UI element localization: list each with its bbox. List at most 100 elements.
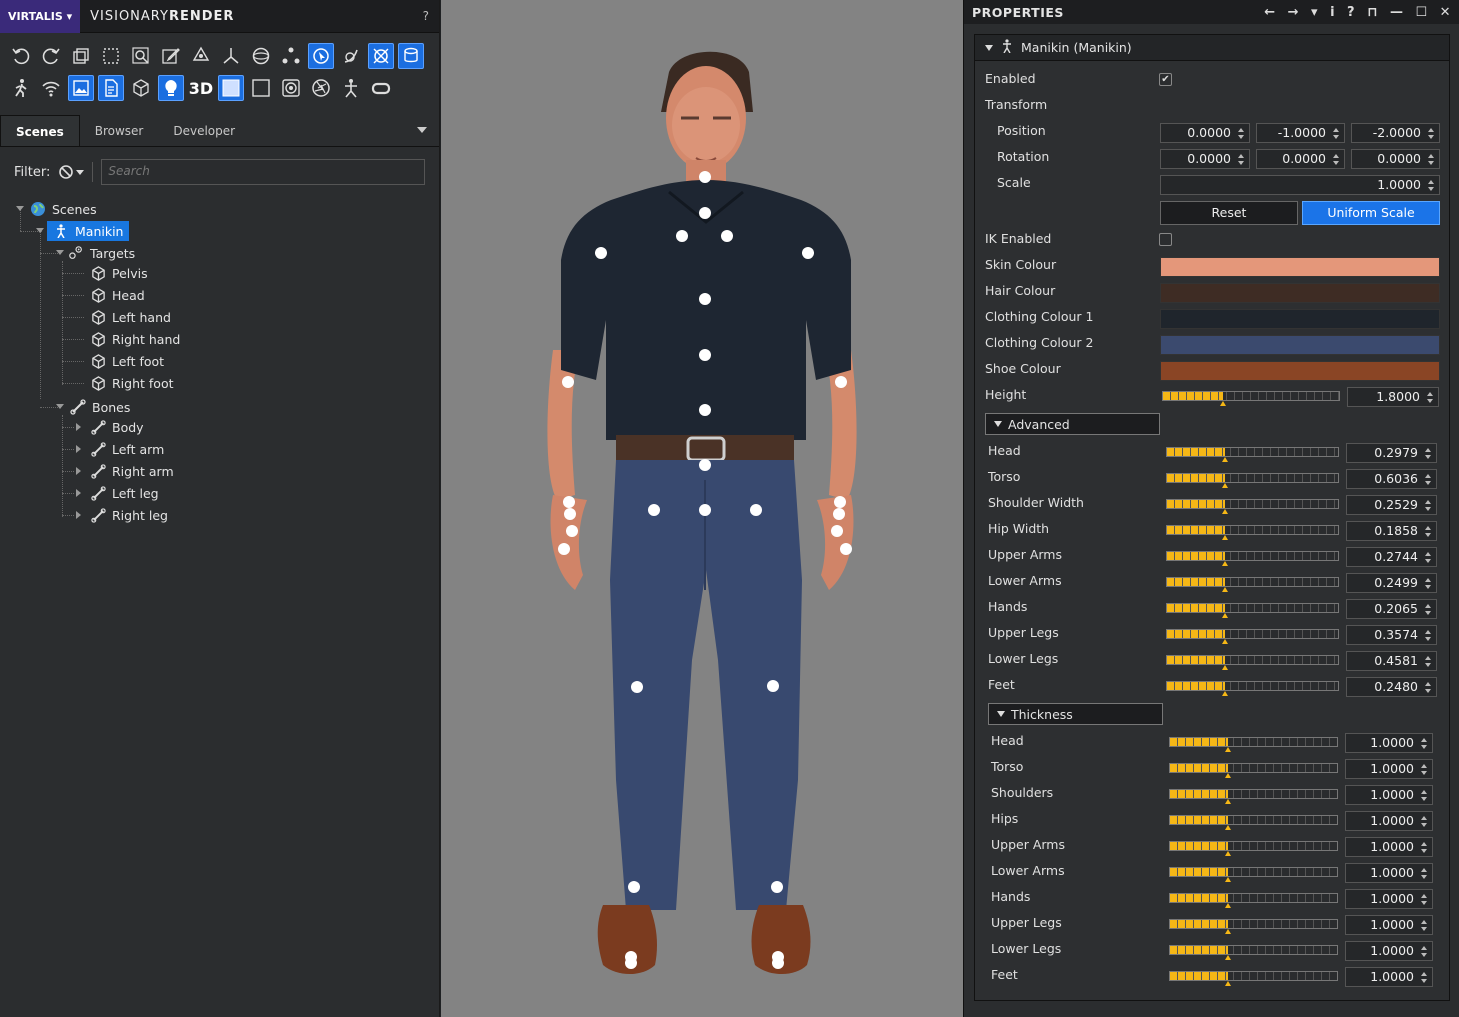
box-select-icon[interactable] bbox=[98, 43, 124, 69]
ik-target-handle[interactable] bbox=[802, 247, 814, 259]
ik-target-handle[interactable] bbox=[566, 525, 578, 537]
snap-icon[interactable] bbox=[338, 43, 364, 69]
tree-item-target[interactable]: Right hand bbox=[90, 329, 180, 349]
value-field[interactable]: 0.1858 bbox=[1346, 521, 1437, 541]
tree-item-target[interactable]: Pelvis bbox=[90, 263, 148, 283]
ik-target-handle[interactable] bbox=[699, 171, 711, 183]
pin-icon[interactable]: ⊓ bbox=[1367, 5, 1378, 20]
advanced-section[interactable]: Advanced bbox=[985, 413, 1160, 435]
panel-toggle-icon[interactable] bbox=[218, 75, 244, 101]
tree-item-bone[interactable]: Left leg bbox=[90, 483, 159, 503]
scale-field[interactable]: 1.0000 bbox=[1160, 175, 1440, 195]
ik-enabled-checkbox[interactable] bbox=[1159, 233, 1172, 246]
value-field[interactable]: 0.2744 bbox=[1346, 547, 1437, 567]
value-slider[interactable] bbox=[1166, 525, 1339, 540]
value-field[interactable]: 1.0000 bbox=[1345, 811, 1433, 831]
manikin-collapse-icon[interactable] bbox=[36, 228, 44, 233]
ik-target-handle[interactable] bbox=[771, 881, 783, 893]
colour-swatch[interactable] bbox=[1160, 309, 1440, 329]
ik-target-handle[interactable] bbox=[699, 349, 711, 361]
clone-icon[interactable] bbox=[68, 43, 94, 69]
edit-icon[interactable] bbox=[158, 43, 184, 69]
tab-scenes[interactable]: Scenes bbox=[0, 115, 80, 146]
manikin-model[interactable] bbox=[441, 0, 963, 1017]
sphere-icon[interactable] bbox=[248, 43, 274, 69]
expand-icon[interactable] bbox=[76, 445, 81, 453]
walk-icon[interactable] bbox=[8, 75, 34, 101]
value-slider[interactable] bbox=[1166, 551, 1339, 566]
value-slider[interactable] bbox=[1169, 945, 1338, 960]
frame-icon[interactable] bbox=[248, 75, 274, 101]
tab-browser[interactable]: Browser bbox=[80, 115, 159, 146]
document-icon[interactable] bbox=[98, 75, 124, 101]
tree-item-bone[interactable]: Right leg bbox=[90, 505, 168, 525]
targets-collapse-icon[interactable] bbox=[56, 250, 64, 255]
image-icon[interactable] bbox=[68, 75, 94, 101]
value-slider[interactable] bbox=[1166, 447, 1339, 462]
tabs-dropdown-icon[interactable] bbox=[417, 127, 427, 133]
value-field[interactable]: 1.0000 bbox=[1345, 785, 1433, 805]
value-slider[interactable] bbox=[1169, 841, 1338, 856]
ik-target-handle[interactable] bbox=[699, 459, 711, 471]
rotation-y-field[interactable]: 0.0000 bbox=[1256, 149, 1345, 169]
info-icon[interactable]: i bbox=[1330, 5, 1335, 20]
colour-swatch[interactable] bbox=[1160, 283, 1440, 303]
skeleton-icon[interactable] bbox=[338, 75, 364, 101]
undo-icon[interactable] bbox=[8, 43, 34, 69]
rotation-x-field[interactable]: 0.0000 bbox=[1160, 149, 1250, 169]
ik-target-handle[interactable] bbox=[564, 508, 576, 520]
tree-item-bone[interactable]: Right arm bbox=[90, 461, 174, 481]
tree-item-target[interactable]: Left hand bbox=[90, 307, 171, 327]
help-icon[interactable]: ? bbox=[1347, 5, 1355, 20]
history-dropdown-icon[interactable]: ▾ bbox=[1311, 5, 1318, 20]
object-header[interactable]: Manikin (Manikin) bbox=[975, 35, 1449, 61]
maximize-icon[interactable]: ☐ bbox=[1415, 5, 1427, 20]
position-z-field[interactable]: -2.0000 bbox=[1351, 123, 1440, 143]
ik-target-handle[interactable] bbox=[562, 376, 574, 388]
colour-swatch[interactable] bbox=[1160, 335, 1440, 355]
expand-icon[interactable] bbox=[76, 511, 81, 519]
nodes-icon[interactable] bbox=[278, 43, 304, 69]
bones-collapse-icon[interactable] bbox=[56, 404, 64, 409]
ik-target-handle[interactable] bbox=[831, 525, 843, 537]
value-field[interactable]: 0.2480 bbox=[1346, 677, 1437, 697]
tab-developer[interactable]: Developer bbox=[158, 115, 250, 146]
value-field[interactable]: 0.2065 bbox=[1346, 599, 1437, 619]
expand-icon[interactable] bbox=[76, 467, 81, 475]
value-slider[interactable] bbox=[1166, 577, 1339, 592]
value-slider[interactable] bbox=[1169, 815, 1338, 830]
enabled-checkbox[interactable]: ✔ bbox=[1159, 73, 1172, 86]
uniform-scale-button[interactable]: Uniform Scale bbox=[1302, 201, 1440, 225]
database-icon[interactable] bbox=[398, 43, 424, 69]
value-slider[interactable] bbox=[1169, 789, 1338, 804]
select-mode-icon[interactable] bbox=[308, 43, 334, 69]
height-slider[interactable] bbox=[1162, 391, 1340, 406]
value-field[interactable]: 1.0000 bbox=[1345, 863, 1433, 883]
value-field[interactable]: 0.4581 bbox=[1346, 651, 1437, 671]
help-button[interactable]: ? bbox=[423, 9, 429, 23]
value-field[interactable]: 0.3574 bbox=[1346, 625, 1437, 645]
ik-target-handle[interactable] bbox=[595, 247, 607, 259]
value-slider[interactable] bbox=[1169, 763, 1338, 778]
ik-target-handle[interactable] bbox=[563, 496, 575, 508]
ik-target-handle[interactable] bbox=[558, 543, 570, 555]
close-icon[interactable]: ✕ bbox=[1440, 5, 1451, 20]
forward-icon[interactable]: → bbox=[1288, 5, 1299, 20]
position-x-field[interactable]: 0.0000 bbox=[1160, 123, 1250, 143]
recycle-icon[interactable] bbox=[188, 43, 214, 69]
cube-icon[interactable] bbox=[128, 75, 154, 101]
filter-clear-icon[interactable] bbox=[58, 164, 85, 180]
ik-target-handle[interactable] bbox=[676, 230, 688, 242]
thickness-section[interactable]: Thickness bbox=[988, 703, 1163, 725]
light-bulb-icon[interactable] bbox=[158, 75, 184, 101]
ik-target-handle[interactable] bbox=[840, 543, 852, 555]
colour-swatch[interactable] bbox=[1160, 257, 1440, 277]
ik-target-handle[interactable] bbox=[631, 681, 643, 693]
ik-target-handle[interactable] bbox=[833, 508, 845, 520]
value-slider[interactable] bbox=[1166, 655, 1339, 670]
reset-button[interactable]: Reset bbox=[1160, 201, 1298, 225]
axes-icon[interactable] bbox=[218, 43, 244, 69]
value-field[interactable]: 0.2979 bbox=[1346, 443, 1437, 463]
expand-icon[interactable] bbox=[76, 489, 81, 497]
camera-lens-icon[interactable] bbox=[278, 75, 304, 101]
